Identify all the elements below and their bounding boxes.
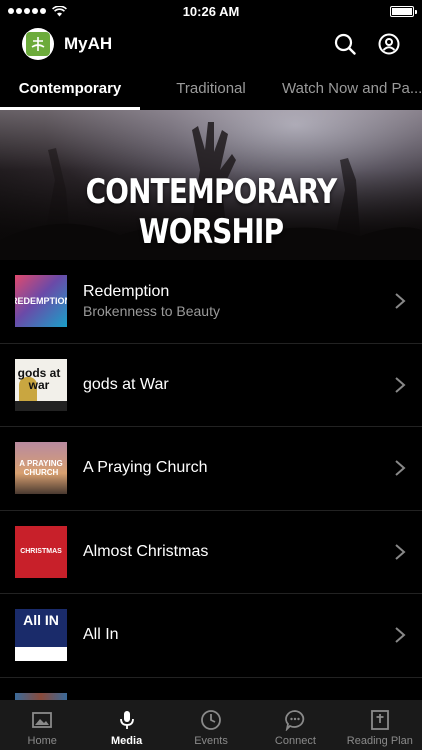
series-thumbnail: gods at war	[15, 358, 67, 411]
app-header: MyAH	[0, 22, 422, 66]
app-title: MyAH	[64, 34, 113, 53]
list-item[interactable]: CHRISTMAS Almost Christmas	[0, 511, 422, 594]
tab-traditional[interactable]: Traditional	[140, 66, 282, 110]
nav-reading-plan[interactable]: Reading Plan	[338, 700, 422, 750]
chevron-right-icon	[395, 376, 406, 393]
series-thumbnail: CHRISTMAS	[15, 525, 67, 578]
header-actions	[334, 33, 400, 55]
clock-icon	[201, 710, 221, 730]
status-left	[8, 5, 67, 17]
signal-dots-icon	[8, 8, 46, 14]
nav-events[interactable]: Events	[169, 700, 253, 750]
chat-bubble-icon	[285, 710, 305, 731]
wifi-icon	[52, 5, 67, 16]
series-thumbnail: All IN	[15, 609, 67, 662]
account-icon[interactable]	[378, 33, 400, 55]
series-title: Almost Christmas	[83, 542, 209, 560]
series-thumbnail: A PRAYING CHURCH	[15, 442, 67, 495]
bottom-nav: Home Media Events Connect Reading Plan	[0, 700, 422, 750]
hero-title: CONTEMPORARY WORSHIP	[85, 172, 338, 252]
series-thumbnail: REDEMPTION	[15, 275, 67, 328]
list-item[interactable]: gods at war gods at War	[0, 344, 422, 427]
nav-connect[interactable]: Connect	[253, 700, 337, 750]
category-tabs: Contemporary Traditional Watch Now and P…	[0, 66, 422, 110]
chevron-right-icon	[395, 293, 406, 310]
tab-contemporary[interactable]: Contemporary	[0, 66, 140, 110]
search-icon[interactable]	[334, 33, 356, 55]
chevron-right-icon	[395, 543, 406, 560]
nav-home[interactable]: Home	[0, 700, 84, 750]
series-title: All In	[83, 626, 119, 644]
image-icon	[32, 712, 53, 728]
battery-icon	[390, 5, 417, 17]
series-list: REDEMPTION Redemption Brokenness to Beau…	[0, 260, 422, 678]
series-title: gods at War	[83, 375, 169, 393]
hero-banner: CONTEMPORARY WORSHIP	[0, 110, 422, 260]
series-title: Redemption	[83, 283, 170, 301]
church-logo-icon[interactable]	[22, 28, 54, 60]
chevron-right-icon	[395, 627, 406, 644]
bible-icon	[370, 710, 389, 730]
status-time: 10:26 AM	[182, 3, 240, 19]
list-item[interactable]: A PRAYING CHURCH A Praying Church	[0, 427, 422, 511]
status-bar: 10:26 AM	[0, 0, 422, 22]
microphone-icon	[119, 711, 134, 729]
nav-media[interactable]: Media	[84, 700, 168, 750]
list-item[interactable]: All IN All In	[0, 594, 422, 678]
chevron-right-icon	[395, 460, 406, 477]
list-item[interactable]: REDEMPTION Redemption Brokenness to Beau…	[0, 260, 422, 344]
series-subtitle: Brokenness to Beauty	[83, 303, 220, 320]
tab-watch-now[interactable]: Watch Now and Pa...	[282, 66, 422, 110]
series-title: A Praying Church	[83, 459, 208, 477]
